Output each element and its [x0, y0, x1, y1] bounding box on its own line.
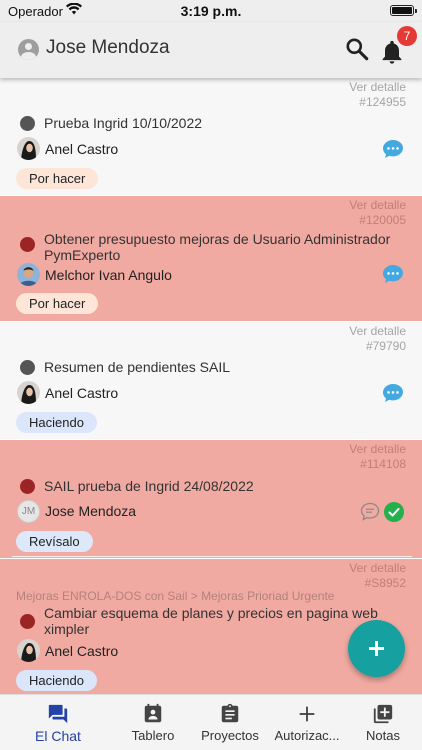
task-detail[interactable]: Ver detalle #120005	[349, 198, 406, 228]
nav-item-chat[interactable]: El Chat	[16, 695, 100, 750]
task-title: Obtener presupuesto mejoras de Usuario A…	[44, 231, 391, 263]
task-detail[interactable]: Ver detalle #S8952	[349, 561, 406, 591]
task-card[interactable]: Ver detalle #124955 Prueba Ingrid 10/10/…	[0, 78, 422, 195]
task-status-dot	[20, 360, 35, 375]
clipboard-icon	[221, 703, 239, 723]
status-badge: Haciendo	[16, 670, 97, 691]
task-id: #S8952	[364, 576, 406, 590]
task-status-dot	[20, 614, 35, 629]
status-badge: Haciendo	[16, 412, 97, 433]
task-status-dot	[20, 237, 35, 252]
nav-item-authorizations[interactable]: Autorizac...	[265, 695, 349, 750]
task-id: #120005	[359, 213, 406, 227]
assignee-name: Melchor Ivan Angulo	[45, 267, 172, 283]
task-title: Cambiar esquema de planes y precios en p…	[44, 605, 378, 637]
avatar	[17, 263, 40, 286]
task-list: Ver detalle #124955 Prueba Ingrid 10/10/…	[0, 78, 422, 694]
assignee-name: Anel Castro	[45, 643, 119, 659]
task-detail[interactable]: Ver detalle #124955	[349, 80, 406, 110]
avatar	[17, 639, 40, 662]
avatar	[17, 381, 40, 404]
chat-bubble-icon[interactable]	[382, 264, 404, 284]
nav-label: Autorizac...	[274, 728, 340, 743]
divider	[12, 556, 412, 557]
assignee-name: Anel Castro	[45, 141, 119, 157]
app-header: Jose Mendoza 7	[0, 22, 422, 78]
avatar	[17, 137, 40, 160]
task-title: Prueba Ingrid 10/10/2022	[44, 115, 203, 131]
notification-badge: 7	[397, 26, 417, 46]
task-detail[interactable]: Ver detalle #114108	[349, 442, 406, 472]
task-card[interactable]: Ver detalle #114108 SAIL prueba de Ingri…	[0, 440, 422, 558]
task-id: #124955	[359, 95, 406, 109]
check-icon[interactable]	[384, 502, 404, 522]
plus-icon	[299, 706, 315, 722]
view-detail-link[interactable]: Ver detalle	[349, 442, 406, 457]
comment-outline-icon[interactable]	[360, 502, 380, 521]
task-title: SAIL prueba de Ingrid 24/08/2022	[44, 478, 254, 494]
status-badge: Por hacer	[16, 293, 99, 314]
task-status-dot	[20, 116, 35, 131]
project-breadcrumb[interactable]: Mejoras ENROLA-DOS con Sail > Mejoras Pr…	[16, 589, 334, 603]
nav-label: El Chat	[35, 728, 81, 744]
user-name: Jose Mendoza	[46, 37, 170, 58]
task-card[interactable]: Ver detalle #79790 Resumen de pendientes…	[0, 322, 422, 439]
board-icon	[144, 703, 162, 723]
status-bar: Operador 3:19 p.m.	[0, 0, 422, 22]
clock: 3:19 p.m.	[180, 3, 242, 19]
view-detail-link[interactable]: Ver detalle	[349, 198, 406, 213]
task-title: Resumen de pendientes SAIL	[44, 359, 231, 375]
view-detail-link[interactable]: Ver detalle	[349, 324, 406, 339]
avatar: JM	[17, 500, 40, 523]
bottom-navigation: El Chat Tablero Proyectos Autorizac... N…	[0, 694, 422, 750]
task-id: #114108	[360, 457, 406, 471]
chat-icon	[48, 704, 68, 724]
nav-item-projects[interactable]: Proyectos	[188, 695, 272, 750]
assignee-name: Anel Castro	[45, 385, 119, 401]
chat-bubble-icon[interactable]	[382, 383, 404, 403]
chat-bubble-icon[interactable]	[382, 139, 404, 159]
user-avatar-icon[interactable]	[18, 39, 39, 60]
view-detail-link[interactable]: Ver detalle	[349, 80, 406, 95]
nav-label: Tablero	[131, 728, 175, 743]
task-detail[interactable]: Ver detalle #79790	[349, 324, 406, 354]
nav-label: Notas	[366, 728, 400, 743]
search-icon[interactable]	[344, 36, 370, 62]
add-task-button[interactable]	[348, 620, 405, 677]
task-id: #79790	[365, 339, 406, 353]
task-card[interactable]: Ver detalle #120005 Obtener presupuesto …	[0, 196, 422, 321]
view-detail-link[interactable]: Ver detalle	[349, 561, 406, 576]
status-badge: Por hacer	[16, 168, 99, 189]
notes-add-icon	[373, 704, 393, 724]
assignee-name: Jose Mendoza	[45, 503, 137, 519]
nav-item-board[interactable]: Tablero	[111, 695, 195, 750]
battery-icon	[390, 5, 417, 16]
nav-item-notes[interactable]: Notas	[341, 695, 422, 750]
status-badge: Revísalo	[16, 531, 93, 552]
task-status-dot	[20, 479, 35, 494]
nav-label: Proyectos	[201, 728, 259, 743]
